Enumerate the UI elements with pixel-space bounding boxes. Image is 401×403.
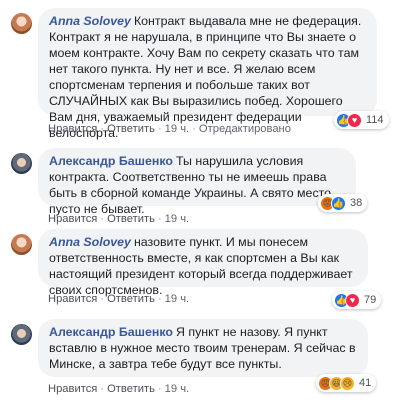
comment-bubble: Александр Башенко Ты нарушила условия кон… <box>38 148 356 216</box>
comment-actions: Нравится · Ответить · 19 ч. <box>48 293 190 305</box>
comment-bubble: Anna Solovey Контракт выдавала мне не фед… <box>38 8 377 140</box>
timestamp[interactable]: 19 ч. <box>165 123 190 135</box>
reply-button[interactable]: Ответить <box>107 383 155 395</box>
comment-author[interactable]: Anna Solovey <box>49 14 131 28</box>
reaction-summary[interactable]: 👍 ♥ 114 <box>334 111 389 129</box>
reaction-count: 41 <box>359 377 372 389</box>
comment-author[interactable]: Александр Башенко <box>49 154 173 168</box>
avatar[interactable] <box>11 234 32 255</box>
like-button[interactable]: Нравится <box>48 293 97 305</box>
reply-button[interactable]: Ответить <box>107 293 155 305</box>
like-button[interactable]: Нравится <box>48 123 97 135</box>
comment-author[interactable]: Anna Solovey <box>49 235 131 249</box>
timestamp[interactable]: 19 ч. <box>165 293 190 305</box>
comment-author[interactable]: Александр Башенко <box>49 325 173 339</box>
reply-button[interactable]: Ответить <box>107 123 155 135</box>
comment-bubble: Александр Башенко Я пункт не назову. Я пу… <box>38 319 368 377</box>
timestamp[interactable]: 19 ч. <box>165 383 190 395</box>
like-button[interactable]: Нравится <box>48 383 97 395</box>
love-icon: ♥ <box>345 292 360 308</box>
reaction-count: 114 <box>366 114 384 126</box>
comment-actions: Нравится · Ответить · 19 ч. <box>48 213 190 225</box>
comment-text: Контракт выдавала мне не федерация. Конт… <box>49 14 362 140</box>
edited-label: Отредактировано <box>198 123 291 135</box>
reaction-summary[interactable]: 👍 ♥ 79 <box>332 291 382 309</box>
timestamp[interactable]: 19 ч. <box>165 213 190 225</box>
comment-bubble: Anna Solovey назовите пункт. И мы понесем… <box>38 229 368 297</box>
reaction-summary[interactable]: 😡 😆 😢 41 <box>316 374 377 392</box>
reaction-summary[interactable]: 😡 👍 38 <box>318 194 368 212</box>
reaction-count: 79 <box>364 294 377 306</box>
avatar[interactable] <box>11 153 32 174</box>
reaction-count: 38 <box>350 197 363 209</box>
comment-actions: Нравится · Ответить · 19 ч. · Отредактировано <box>48 123 291 135</box>
avatar[interactable] <box>11 324 32 345</box>
like-icon: 👍 <box>331 195 346 211</box>
love-icon: ♥ <box>347 112 362 128</box>
comment-actions: Нравится · Ответить · 19 ч. <box>48 383 190 395</box>
sad-icon: 😢 <box>340 375 355 391</box>
avatar[interactable] <box>11 13 32 34</box>
reply-button[interactable]: Ответить <box>107 213 155 225</box>
like-button[interactable]: Нравится <box>48 213 97 225</box>
